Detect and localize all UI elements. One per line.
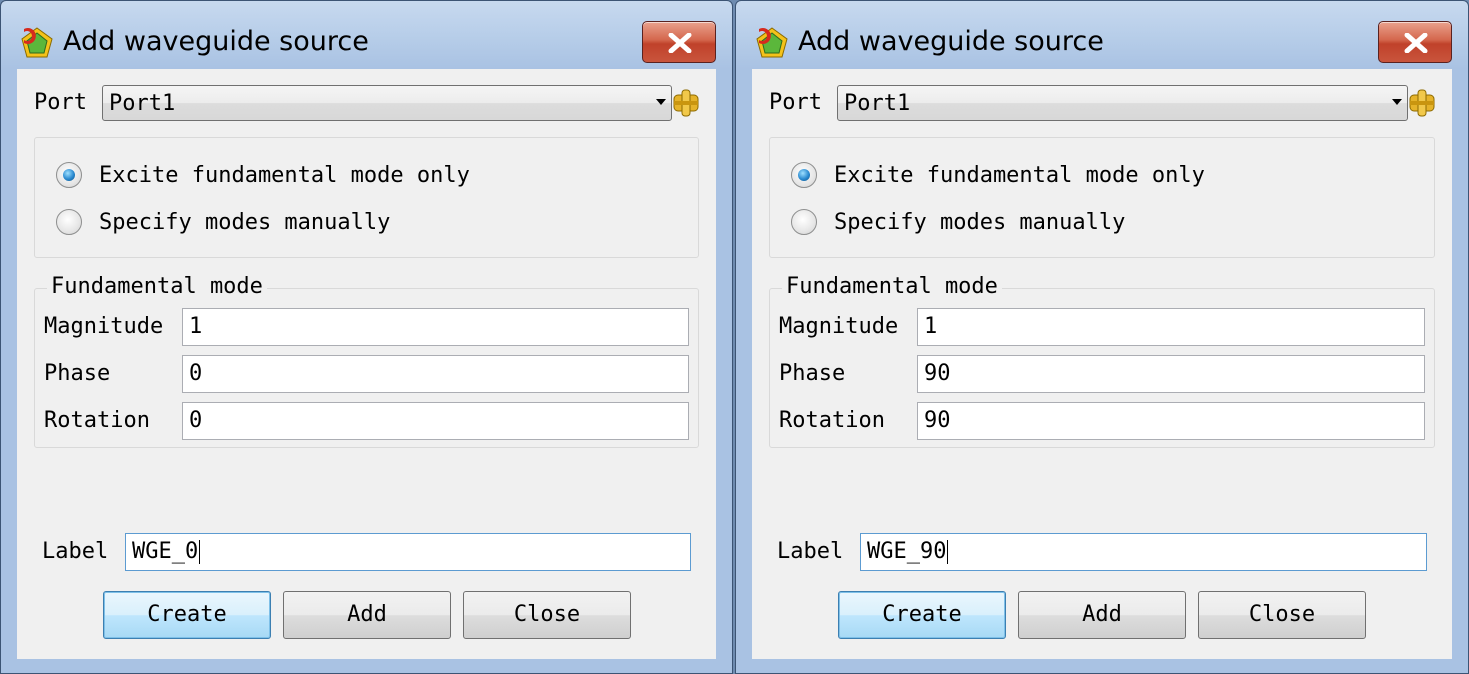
chevron-down-icon (656, 99, 666, 105)
title-bar[interactable]: Add waveguide source (1, 1, 732, 69)
specify-manually-radio[interactable] (791, 209, 817, 235)
label-field-value: WGE_90 (867, 539, 947, 564)
excite-fundamental-label[interactable]: Excite fundamental mode only (834, 163, 1205, 188)
rotation-label: Rotation (44, 408, 150, 433)
pick-port-icon[interactable] (1407, 88, 1437, 118)
pick-port-icon[interactable] (671, 88, 701, 118)
dialog-body: Port Port1 Excite fundamental mode only … (752, 69, 1452, 659)
label-field[interactable]: WGE_90 (860, 533, 1427, 571)
app-logo-icon (21, 27, 53, 58)
rotation-label: Rotation (779, 408, 885, 433)
dialog-add-waveguide-source-1: Add waveguide source Port Port1 Excite f… (0, 0, 733, 674)
magnitude-label: Magnitude (779, 314, 899, 339)
magnitude-label: Magnitude (44, 314, 164, 339)
close-icon (668, 33, 692, 53)
port-select-value: Port1 (109, 91, 176, 116)
label-field-value: WGE_0 (132, 539, 199, 564)
rotation-field[interactable]: 0 (182, 402, 689, 440)
text-caret (947, 540, 949, 564)
window-title: Add waveguide source (798, 26, 1104, 57)
port-label: Port (34, 90, 87, 115)
add-button[interactable]: Add (1018, 591, 1186, 639)
close-button[interactable]: Close (1198, 591, 1366, 639)
dialog-add-waveguide-source-2: Add waveguide source Port Port1 Excite f… (735, 0, 1469, 674)
port-select[interactable]: Port1 (102, 85, 672, 121)
excite-fundamental-radio[interactable] (791, 162, 817, 188)
window-title: Add waveguide source (63, 26, 369, 57)
rotation-field[interactable]: 90 (917, 402, 1425, 440)
phase-label: Phase (44, 361, 111, 386)
close-window-button[interactable] (1378, 21, 1452, 63)
text-caret (199, 540, 201, 564)
close-button[interactable]: Close (463, 591, 631, 639)
chevron-down-icon (1392, 99, 1402, 105)
dialog-body: Port Port1 Excite fundamental mode only … (17, 69, 716, 659)
magnitude-field[interactable]: 1 (182, 308, 689, 346)
add-button[interactable]: Add (283, 591, 451, 639)
label-label: Label (42, 539, 109, 564)
close-window-button[interactable] (642, 21, 716, 63)
fundamental-mode-title: Fundamental mode (47, 274, 267, 299)
fundamental-mode-title: Fundamental mode (782, 274, 1002, 299)
specify-manually-radio[interactable] (56, 209, 82, 235)
port-select[interactable]: Port1 (837, 85, 1408, 121)
mode-options-group: Excite fundamental mode only Specify mod… (769, 137, 1435, 258)
magnitude-field[interactable]: 1 (917, 308, 1425, 346)
app-logo-icon (756, 27, 788, 58)
specify-manually-label[interactable]: Specify modes manually (834, 210, 1125, 235)
port-label: Port (769, 90, 822, 115)
excite-fundamental-label[interactable]: Excite fundamental mode only (99, 163, 470, 188)
specify-manually-label[interactable]: Specify modes manually (99, 210, 390, 235)
create-button[interactable]: Create (103, 591, 271, 639)
title-bar[interactable]: Add waveguide source (736, 1, 1468, 69)
excite-fundamental-radio[interactable] (56, 162, 82, 188)
mode-options-group: Excite fundamental mode only Specify mod… (34, 137, 699, 258)
phase-field[interactable]: 0 (182, 355, 689, 393)
create-button[interactable]: Create (838, 591, 1006, 639)
label-label: Label (777, 539, 844, 564)
phase-field[interactable]: 90 (917, 355, 1425, 393)
close-icon (1404, 33, 1428, 53)
phase-label: Phase (779, 361, 846, 386)
port-select-value: Port1 (844, 91, 911, 116)
label-field[interactable]: WGE_0 (125, 533, 691, 571)
